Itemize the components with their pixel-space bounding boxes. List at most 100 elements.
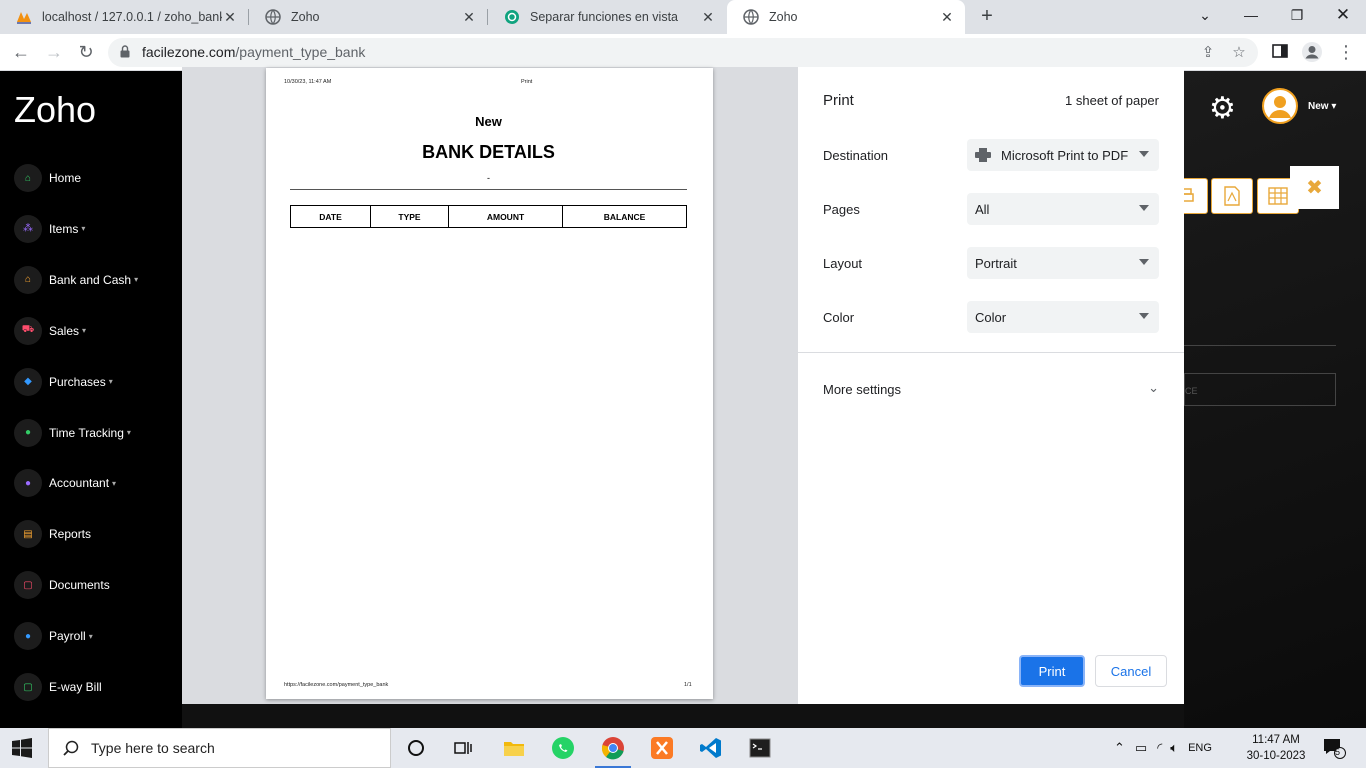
divider [1184, 345, 1336, 346]
new-tab-button[interactable]: + [977, 6, 997, 26]
search-icon [63, 740, 79, 756]
cortana-icon[interactable] [402, 734, 430, 762]
whatsapp-icon[interactable] [549, 734, 577, 762]
sidebar-item-time-tracking[interactable]: ● Time Tracking ▾ [14, 418, 131, 448]
more-settings-toggle[interactable]: More settings [823, 382, 901, 397]
share-icon[interactable]: ⇪ [1198, 43, 1218, 63]
destination-select[interactable]: Microsoft Print to PDF [967, 139, 1159, 171]
chrome-icon[interactable] [599, 734, 627, 762]
phpmyadmin-icon [16, 9, 32, 25]
user-menu-label[interactable]: New ▾ [1308, 101, 1336, 112]
print-dialog-title: Print [823, 92, 854, 109]
vscode-icon[interactable] [697, 734, 725, 762]
color-select[interactable]: Color [967, 301, 1159, 333]
sidebar-item-sales[interactable]: ⛟ Sales ▾ [14, 316, 86, 346]
payroll-icon: ● [14, 622, 42, 651]
show-hidden-icons-chevron-icon[interactable]: ⌃ [1114, 740, 1125, 756]
bookmark-star-icon[interactable]: ☆ [1229, 43, 1249, 63]
table-header-amount: AMOUNT [448, 205, 563, 228]
brand-logo: Zoho [14, 89, 97, 130]
sidebar-item-purchases[interactable]: ◆ Purchases ▾ [14, 367, 113, 397]
sidebar-item-accountant[interactable]: ● Accountant ▾ [14, 468, 116, 498]
sidebar-item-items[interactable]: ⁂ Items ▾ [14, 214, 85, 244]
close-x-button[interactable]: ✖ [1290, 166, 1339, 209]
forward-arrow-icon[interactable]: → [42, 41, 66, 63]
sidebar-item-home[interactable]: ⌂ Home [14, 163, 81, 193]
preview-heading: BANK DETAILS [422, 142, 555, 162]
close-tab-icon[interactable]: ✕ [939, 9, 955, 25]
preview-subheading: New [475, 114, 502, 129]
side-panel-icon[interactable] [1268, 41, 1292, 63]
back-arrow-icon[interactable]: ← [9, 41, 33, 63]
home-icon: ⌂ [14, 164, 42, 192]
print-button[interactable]: Print [1019, 655, 1085, 687]
user-icon: ● [14, 469, 42, 498]
pdf-export-button[interactable] [1211, 178, 1253, 214]
sidebar-item-reports[interactable]: ▤ Reports [14, 519, 91, 549]
sidebar-item-bank-and-cash[interactable]: ⌂ Bank and Cash ▾ [14, 265, 138, 295]
layout-select[interactable]: Portrait [967, 247, 1159, 279]
volume-muted-icon[interactable]: 🔈︎ [1170, 740, 1178, 756]
profile-icon[interactable] [1300, 41, 1324, 63]
cart-icon: ⛟ [14, 316, 42, 345]
xampp-icon[interactable] [648, 734, 676, 762]
sidebar-item-label: Home [49, 171, 82, 185]
avatar[interactable] [1262, 88, 1298, 124]
tab-title: localhost / 127.0.0.1 / zoho_bank [42, 10, 222, 24]
preview-table: DATE TYPE AMOUNT BALANCE [290, 205, 687, 228]
sidebar-item-label: E-way Bill [49, 680, 102, 694]
address-bar[interactable]: facilezone.com/payment_type_bank ⇪ ☆ [108, 38, 1258, 67]
file-explorer-icon[interactable] [500, 734, 528, 762]
close-tab-icon[interactable]: ✕ [461, 9, 477, 25]
menu-dots-icon[interactable]: ⋮ [1334, 41, 1358, 63]
basket-icon: ◆ [14, 367, 42, 396]
system-tray: ⌃ ▭ ◜ 🔈︎ ENG [1114, 728, 1212, 768]
tab-zoho-active[interactable]: Zoho ✕ [727, 0, 965, 34]
globe-icon [265, 9, 281, 25]
browser-toolbar: ← → ↻ facilezone.com/payment_type_bank ⇪… [0, 34, 1366, 71]
close-tab-icon[interactable]: ✕ [700, 9, 716, 25]
language-indicator[interactable]: ENG [1188, 742, 1212, 754]
windows-start-icon[interactable] [12, 738, 32, 763]
network-device-icon[interactable]: ▭ [1135, 740, 1147, 756]
document-icon: ▢ [14, 571, 42, 600]
reload-icon[interactable]: ↻ [74, 41, 98, 63]
tab-title: Separar funciones en vista [530, 10, 679, 24]
maximize-button[interactable]: ❐ [1284, 4, 1310, 26]
minimize-button[interactable]: — [1238, 4, 1264, 26]
task-view-icon[interactable] [450, 734, 478, 762]
settings-gear-icon[interactable]: ⚙ [1209, 91, 1236, 126]
close-tab-icon[interactable]: ✕ [222, 9, 238, 25]
preview-page: 10/30/23, 11:47 AM Print New BANK DETAIL… [266, 68, 713, 699]
printer-icon [975, 148, 991, 162]
sidebar-item-payroll[interactable]: ● Payroll ▾ [14, 621, 93, 651]
terminal-icon[interactable] [746, 734, 774, 762]
destination-value: Microsoft Print to PDF [1001, 147, 1129, 163]
tab-chatgpt[interactable]: Separar funciones en vista ✕ [488, 0, 726, 34]
sidebar-item-documents[interactable]: ▢ Documents [14, 570, 110, 600]
page-search-input[interactable]: CE [1184, 373, 1336, 406]
url-host: facilezone.com [142, 44, 236, 60]
color-label: Color [823, 310, 855, 325]
table-header-date: DATE [290, 205, 371, 228]
tab-zoho-1[interactable]: Zoho ✕ [249, 0, 487, 34]
tab-phpmyadmin[interactable]: localhost / 127.0.0.1 / zoho_bank ✕ [0, 0, 248, 34]
clock-icon: ● [14, 418, 42, 447]
sidebar-item-e-way-bill[interactable]: ▢ E-way Bill [14, 672, 102, 702]
caret-down-icon: ▾ [134, 275, 139, 285]
taskbar-search-input[interactable]: Type here to search [48, 728, 391, 768]
notification-center-icon[interactable]: 5 [1320, 734, 1348, 762]
destination-label: Destination [823, 148, 889, 163]
chevron-down-icon[interactable]: ⌄ [1148, 380, 1159, 396]
cancel-button[interactable]: Cancel [1095, 655, 1167, 687]
caret-down-icon: ▾ [126, 428, 131, 437]
tab-search-chevron-icon[interactable]: ⌄ [1192, 4, 1218, 26]
wifi-icon[interactable]: ◜ [1157, 740, 1162, 756]
dropdown-arrow-icon [1139, 313, 1149, 319]
taskbar-clock[interactable]: 11:47 AM 30-10-2023 [1246, 732, 1306, 764]
print-settings-panel: Print 1 sheet of paper Destination Micro… [798, 67, 1184, 704]
caret-down-icon: ▾ [112, 478, 117, 488]
sidebar-item-label: Sales [49, 323, 80, 338]
pages-select[interactable]: All [967, 193, 1159, 225]
window-close-button[interactable]: ✕ [1330, 4, 1356, 26]
